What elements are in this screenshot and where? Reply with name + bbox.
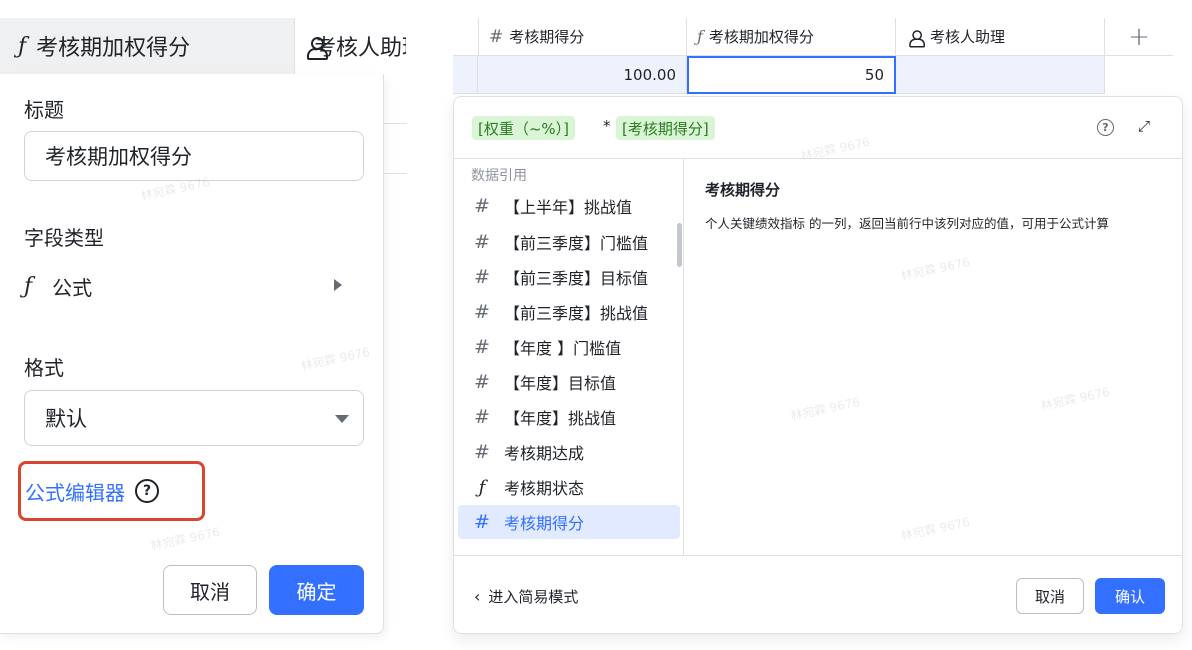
formula-token[interactable]: [权重（~%）] <box>472 116 576 140</box>
field-list-item[interactable]: # 【年度】目标值 <box>458 365 680 399</box>
formula-icon: ƒ <box>697 27 703 46</box>
format-value: 默认 <box>45 407 87 431</box>
number-icon: # <box>474 511 490 533</box>
number-icon: # <box>474 266 490 288</box>
field-list-item[interactable]: # 【前三季度】门槛值 <box>458 225 680 259</box>
field-list-item-label: 【前三季度】挑战值 <box>504 304 649 323</box>
format-label: 格式 <box>24 356 64 380</box>
number-icon: # <box>474 406 490 428</box>
title-input[interactable]: 考核期加权得分 <box>24 131 364 181</box>
grid-header-label: 考核期加权得分 <box>708 28 814 46</box>
number-icon: # <box>474 195 490 217</box>
field-list-item-label: 【年度 】门槛值 <box>504 339 622 358</box>
field-list-item-label: 【年度】目标值 <box>504 374 617 393</box>
person-icon <box>909 29 925 47</box>
title-label: 标题 <box>24 98 64 122</box>
cancel-button[interactable]: 取消 <box>1016 578 1084 614</box>
number-icon: # <box>474 441 490 463</box>
grid-column-header[interactable]: ƒ 考核期加权得分 <box>687 18 896 56</box>
empty-cell <box>1105 56 1173 94</box>
grid-header-label: 考核期得分 <box>509 28 585 46</box>
grid-column-header[interactable]: # 考核期得分 <box>478 18 687 56</box>
formula-operator: * <box>603 117 611 135</box>
field-list-item[interactable]: # 【年度 】门槛值 <box>458 330 680 364</box>
data-grid: # 考核期得分 ƒ 考核期加权得分 考核人助理 + 100.00 50 <box>453 18 1173 98</box>
table-cell[interactable] <box>896 56 1105 94</box>
dialog-footer: ‹ 进入简易模式 取消 确认 <box>454 555 1182 633</box>
field-list-item-label: 【前三季度】目标值 <box>504 269 649 288</box>
format-select[interactable]: 默认 <box>24 390 364 446</box>
confirm-button[interactable]: 确认 <box>1095 578 1165 614</box>
add-column-button[interactable]: + <box>1105 18 1173 56</box>
formula-icon: ƒ <box>18 33 27 59</box>
column-header-weighted-score[interactable]: ƒ 考核期加权得分 <box>0 18 295 74</box>
field-list-item-label: 考核期达成 <box>504 444 585 463</box>
number-icon: # <box>474 231 490 253</box>
chevron-left-icon: ‹ <box>474 587 481 606</box>
formula-icon: ƒ <box>478 476 486 498</box>
field-description-text: 个人关键绩效指标 的一列，返回当前行中该列对应的值，可用于公式计算 <box>705 216 1109 231</box>
expand-icon[interactable]: ⤢ <box>1138 117 1158 137</box>
grid-header-label: 考核人助理 <box>930 28 1006 46</box>
number-icon: # <box>474 301 490 323</box>
field-type-label: 字段类型 <box>24 226 104 250</box>
number-icon: # <box>474 336 490 358</box>
field-type-selector[interactable]: ƒ 公式 <box>24 266 354 306</box>
field-list-item[interactable]: # 【年度】挑战值 <box>458 400 680 434</box>
formula-icon: ƒ <box>24 273 33 299</box>
field-list-item[interactable]: ƒ 考核期状态 <box>458 470 680 504</box>
field-list-item-label: 考核期得分 <box>504 514 585 533</box>
field-list-item[interactable]: # 【前三季度】挑战值 <box>458 295 680 329</box>
grid-column-header[interactable]: 考核人助理 <box>896 18 1105 56</box>
list-header: 数据引用 <box>471 168 527 184</box>
formula-editor-link[interactable]: 公式编辑器 ? <box>18 461 205 521</box>
formula-token[interactable]: [考核期得分] <box>616 116 715 140</box>
field-list-item[interactable]: # 【上半年】挑战值 <box>458 189 680 223</box>
caret-right-icon <box>334 279 342 291</box>
caret-down-icon <box>335 415 349 423</box>
field-list-item[interactable]: # 考核期达成 <box>458 435 680 469</box>
number-icon: # <box>489 26 504 47</box>
field-list-item-label: 【前三季度】门槛值 <box>504 234 649 253</box>
help-icon[interactable]: ? <box>135 479 159 503</box>
field-list-item[interactable]: # 【前三季度】目标值 <box>458 260 680 294</box>
table-cell-active[interactable]: 50 <box>687 56 896 94</box>
row-index-cell <box>453 56 478 94</box>
scrollbar[interactable] <box>677 223 682 267</box>
column-header-label: 考核期加权得分 <box>36 36 191 61</box>
confirm-button[interactable]: 确定 <box>269 565 364 615</box>
field-list-item-label: 考核期状态 <box>504 479 585 498</box>
number-icon: # <box>474 371 490 393</box>
grid-divider <box>383 173 407 174</box>
grid-divider <box>383 123 407 124</box>
field-description-title: 考核期得分 <box>705 181 781 199</box>
help-icon[interactable]: ? <box>1097 119 1114 136</box>
table-cell[interactable]: 100.00 <box>478 56 687 94</box>
simple-mode-label: 进入简易模式 <box>488 588 579 606</box>
field-list-item[interactable]: # 考核期得分 <box>458 505 680 539</box>
field-reference-list: 数据引用 # 【上半年】挑战值 # 【前三季度】门槛值 # 【前三季度】目标值 # 【前三季度… <box>454 159 684 555</box>
field-list-item-label: 【上半年】挑战值 <box>504 198 633 217</box>
field-list-item-label: 【年度】挑战值 <box>504 409 617 428</box>
cancel-button[interactable]: 取消 <box>163 565 257 615</box>
formula-editor-dialog: [权重（~%）] * [考核期得分] ? ⤢ 数据引用 # 【上半年】挑战值 # 【前… <box>453 96 1183 634</box>
simple-mode-link[interactable]: ‹ 进入简易模式 <box>474 586 578 607</box>
formula-editor-label: 公式编辑器 <box>25 480 125 505</box>
field-type-value: 公式 <box>52 275 93 300</box>
row-index-header <box>453 18 478 56</box>
column-header-assessor-assistant[interactable]: 考核人助理 <box>296 18 406 74</box>
